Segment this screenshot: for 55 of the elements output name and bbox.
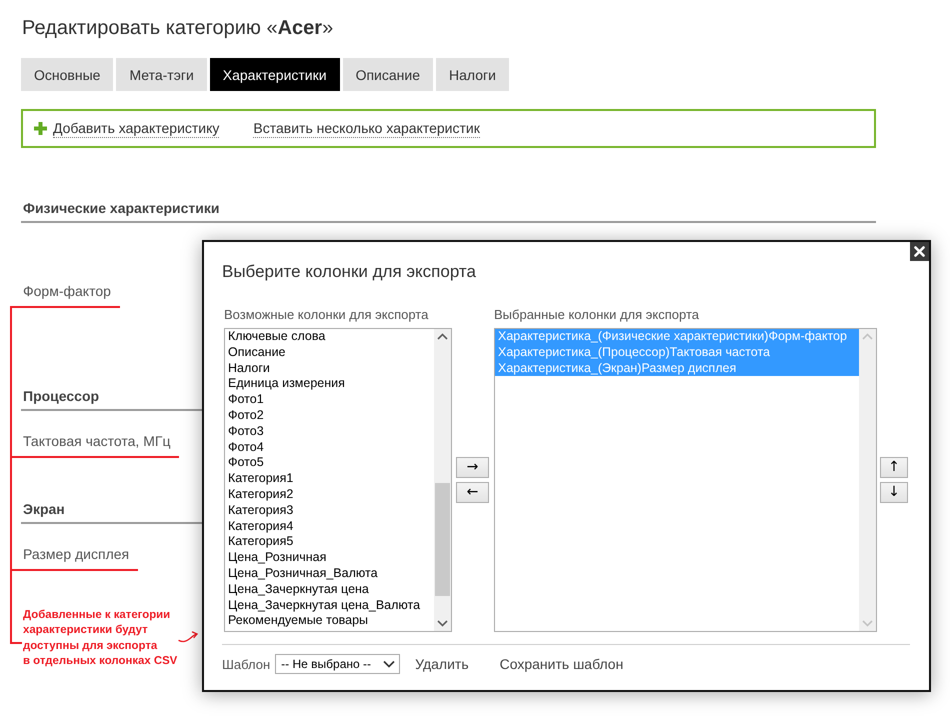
list-item[interactable]: Фото2 [225,408,434,424]
list-item[interactable]: Категория2 [225,486,434,503]
section-heading: Экран [23,500,65,519]
close-icon [914,246,925,257]
footer-link[interactable]: Удалить [415,656,469,672]
list-label: Выбранные колонки для экспорта [494,307,699,323]
tab[interactable]: Основные [21,58,114,91]
page-title: Редактировать категорию «Acer» [22,16,334,41]
list-item[interactable]: Фото4 [225,440,434,456]
list-item[interactable]: Категория3 [225,502,434,519]
list-item[interactable]: Цена_Зачеркнутая цена_Валюта [225,598,434,614]
list-item[interactable]: Рекомендуемые товары [225,613,434,630]
list-item[interactable]: Фото1 [225,392,434,408]
template-label: Шаблон [222,656,270,672]
insert-features-link[interactable]: Вставить несколько характеристик [253,120,480,138]
annotation-note: Добавленные к категории характеристики будут доступны для экспорта в отдельных колонках CSV [23,608,178,670]
move-button[interactable]: → [456,457,489,478]
scrollbar-thumb[interactable] [435,483,450,596]
order-button[interactable]: ↑ [880,457,908,478]
list-item[interactable]: Цена_Зачеркнутая цена [225,582,434,598]
list-item[interactable]: Налоги [225,360,434,376]
chevron-down-icon[interactable] [437,620,448,627]
move-button[interactable]: ← [456,482,489,503]
section-heading: Физические характеристики [23,199,220,218]
footer-link[interactable]: Сохранить шаблон [500,656,624,672]
feature-name: Тактовая частота, МГц [23,432,170,451]
dialog-title: Выберите колонки для экспорта [222,261,477,283]
plus-icon[interactable] [34,122,47,135]
tab[interactable]: Налоги [436,58,509,91]
list-item[interactable]: Фото5 [225,455,434,472]
list-item[interactable]: Фото3 [225,424,434,440]
list-item[interactable]: Категория1 [225,471,434,487]
feature-name: Форм-фактор [23,282,111,301]
add-feature-link[interactable]: Добавить характеристику [53,120,220,138]
list-item[interactable]: Категория4 [225,518,434,534]
template-select[interactable]: -- Не выбрано -- [275,654,400,674]
list-item[interactable]: Ключевые слова [225,329,434,345]
list-box[interactable] [224,328,452,632]
scrollbar[interactable] [434,329,451,631]
chevron-up-icon[interactable] [437,333,448,340]
section-heading: Процессор [23,387,100,406]
list-label: Возможные колонки для экспорта [224,307,430,323]
list-item[interactable]: Категория5 [225,534,434,550]
tab[interactable]: Характеристики [210,58,340,91]
curved-arrow-icon [178,631,198,643]
tab[interactable]: Мета-тэги [116,58,207,91]
list-item[interactable]: Цена_Розничная_Валюта [225,566,434,582]
tab[interactable]: Описание [342,58,433,91]
list-item[interactable]: Цена_Розничная [225,550,434,566]
list-item[interactable]: Описание [225,344,434,361]
feature-name: Размер дисплея [23,545,130,564]
close-button[interactable] [910,242,929,261]
order-button[interactable]: ↓ [880,482,908,503]
chevron-down-icon [383,660,396,668]
list-item[interactable]: Единица измерения [225,376,434,392]
